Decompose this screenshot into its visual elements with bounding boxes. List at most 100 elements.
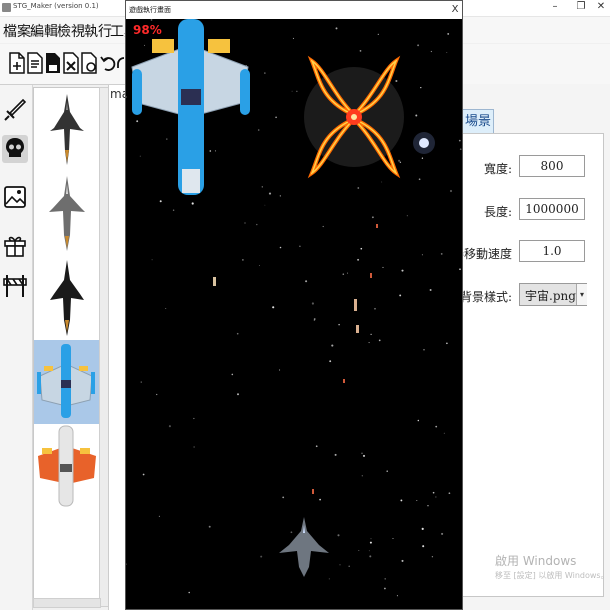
star	[261, 186, 263, 188]
gift-icon[interactable]	[2, 231, 28, 259]
game-canvas	[126, 19, 462, 609]
star	[417, 419, 420, 422]
star	[443, 432, 445, 434]
star	[396, 595, 398, 597]
barrier-icon[interactable]	[2, 271, 28, 299]
star	[369, 541, 372, 544]
star	[172, 209, 175, 212]
star	[400, 499, 403, 502]
star	[416, 499, 418, 502]
star	[360, 247, 363, 250]
star	[378, 339, 381, 342]
star	[126, 96, 128, 98]
grey-jet-icon	[49, 176, 85, 251]
star	[368, 342, 370, 344]
app-title: STG_Maker (version 0.1)	[13, 2, 99, 10]
fps-counter: 98%	[133, 23, 162, 37]
star	[422, 545, 425, 548]
width-field[interactable]: 800	[519, 155, 585, 177]
star	[165, 308, 167, 309]
skull-icon[interactable]	[2, 135, 28, 163]
star	[258, 265, 260, 266]
star	[156, 393, 158, 396]
star	[291, 90, 293, 92]
star	[361, 452, 363, 455]
star	[459, 148, 462, 151]
close-button[interactable]: ✕	[594, 1, 608, 13]
delete-file-icon[interactable]	[62, 52, 80, 74]
minimize-button[interactable]: –	[548, 1, 562, 13]
black-jet-icon	[50, 260, 84, 336]
star	[313, 318, 316, 320]
open-file-icon[interactable]	[26, 52, 44, 74]
scroll-speed-field[interactable]: 1.0	[519, 240, 585, 262]
glowing-star	[413, 132, 435, 154]
star	[357, 187, 360, 189]
star	[188, 591, 190, 594]
maximize-button[interactable]: ❐	[574, 1, 588, 13]
sprite-blue-ship[interactable]	[34, 340, 100, 424]
tab-scene[interactable]: 場景	[462, 109, 494, 134]
blue-ship-sprite	[131, 19, 250, 195]
chevron-down-icon[interactable]: ▾	[576, 284, 587, 305]
app-icon	[2, 3, 11, 12]
width-label: 寬度:	[483, 162, 512, 176]
blue-ship-icon	[37, 344, 95, 418]
new-file-icon[interactable]	[8, 52, 26, 74]
game-close-button[interactable]: X	[448, 1, 462, 19]
star	[384, 578, 386, 580]
menu-run[interactable]: 執行	[84, 21, 112, 41]
star	[305, 280, 308, 283]
star	[292, 37, 294, 39]
menu-file[interactable]: 檔案	[3, 21, 31, 41]
star	[334, 453, 337, 456]
fire-explosion	[304, 55, 404, 179]
star	[421, 527, 424, 530]
star	[279, 246, 282, 249]
star	[398, 159, 401, 162]
star	[144, 44, 145, 46]
star	[335, 27, 338, 30]
file-settings-icon[interactable]	[80, 52, 98, 74]
star	[337, 534, 340, 537]
star	[401, 559, 404, 562]
star	[264, 204, 266, 206]
star	[399, 294, 402, 297]
star	[370, 333, 372, 336]
star	[299, 245, 301, 247]
sword-icon[interactable]	[2, 97, 28, 125]
sprite-list-hscroll[interactable]	[33, 598, 101, 608]
sprite-orange-ship[interactable]	[34, 424, 100, 508]
menu-edit[interactable]: 編輯	[30, 21, 58, 41]
redo-icon[interactable]	[116, 52, 125, 74]
star	[459, 268, 461, 271]
menu-view[interactable]: 檢視	[57, 21, 85, 41]
sprite-grey-jet[interactable]	[34, 172, 100, 256]
star	[371, 216, 374, 219]
game-preview-window: 遊戲執行畫面 X 98%	[125, 0, 463, 610]
star	[362, 454, 366, 457]
sprite-dark-jet[interactable]	[34, 88, 100, 172]
star	[430, 50, 433, 53]
star	[322, 225, 324, 228]
star	[331, 344, 334, 347]
star	[231, 373, 234, 376]
star	[406, 215, 408, 217]
star	[368, 550, 370, 552]
star	[168, 425, 171, 428]
star	[392, 538, 394, 539]
star	[139, 155, 141, 157]
length-field[interactable]: 1000000	[519, 198, 585, 220]
star	[382, 266, 384, 268]
save-file-icon[interactable]	[44, 52, 62, 74]
star	[440, 253, 443, 255]
star	[126, 563, 127, 565]
sprite-black-jet[interactable]	[34, 256, 100, 340]
star	[193, 417, 195, 420]
image-icon[interactable]	[2, 183, 28, 211]
star	[395, 79, 398, 83]
star	[358, 549, 360, 552]
star	[421, 157, 424, 159]
star	[236, 332, 239, 335]
star	[282, 496, 285, 499]
